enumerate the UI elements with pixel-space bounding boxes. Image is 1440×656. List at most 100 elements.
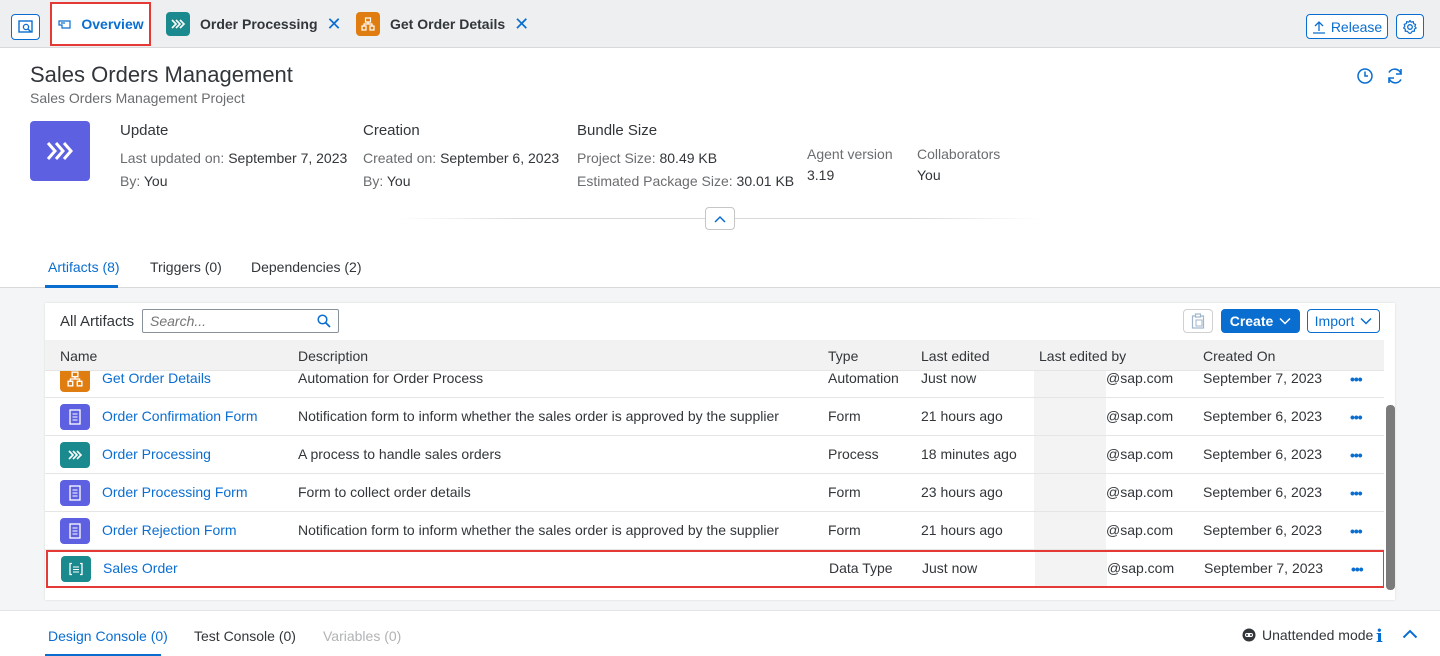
top-tab-bar: Overview Order Processing ✕ Get Order De… <box>0 0 1440 48</box>
artifact-created-on: September 7, 2023 <box>1203 371 1323 386</box>
table-row[interactable]: Order Rejection Form Notification form t… <box>45 512 1385 550</box>
tab-overview-label: Overview <box>81 16 144 32</box>
project-size: Project Size: 80.49 KB <box>577 150 717 166</box>
column-header-description[interactable]: Description <box>298 348 368 364</box>
robot-icon <box>1242 628 1256 642</box>
artifact-type: Data Type <box>829 560 893 576</box>
agent-version-label: Agent version <box>807 146 893 162</box>
artifact-search[interactable] <box>142 309 339 333</box>
paste-button[interactable] <box>1183 309 1213 333</box>
more-actions-icon[interactable]: ••• <box>1350 523 1363 539</box>
import-button-label: Import <box>1314 313 1355 329</box>
package-size-label: Estimated Package Size: <box>577 173 733 189</box>
agent-version-value: 3.19 <box>807 167 835 183</box>
chevron-up-icon[interactable] <box>1402 629 1418 639</box>
tab-triggers[interactable]: Triggers (0) <box>150 259 222 275</box>
artifact-last-edited: 21 hours ago <box>921 408 1003 424</box>
table-row[interactable]: Order Processing Form Form to collect or… <box>45 474 1385 512</box>
page-subtitle: Sales Orders Management Project <box>30 90 245 106</box>
artifact-last-edited: 21 hours ago <box>921 522 1003 538</box>
artifact-name-link[interactable]: Order Rejection Form <box>102 522 237 538</box>
collapse-header-button[interactable] <box>705 207 735 230</box>
artifacts-panel: All Artifacts Create Import Name Descrip… <box>45 303 1395 600</box>
tab-get-order-details[interactable]: Get Order Details ✕ <box>356 0 529 48</box>
unattended-mode[interactable]: Unattended mode <box>1242 627 1373 643</box>
tab-variables: Variables (0) <box>323 628 402 644</box>
artifact-name-link[interactable]: Get Order Details <box>102 371 211 386</box>
tab-overview[interactable]: Overview <box>50 2 151 46</box>
created-by-value: You <box>386 173 411 189</box>
artifact-edited-by: @sap.com <box>1106 446 1174 462</box>
artifact-name-link[interactable]: Order Processing <box>102 446 211 462</box>
artifact-description: Notification form to inform whether the … <box>298 522 779 538</box>
artifact-edited-by: @sap.com <box>1106 408 1174 424</box>
more-actions-icon[interactable]: ••• <box>1350 447 1363 463</box>
project-size-label: Project Size: <box>577 150 656 166</box>
console-bar: Design Console (0) Test Console (0) Vari… <box>0 610 1440 656</box>
scrollbar-thumb[interactable] <box>1386 405 1395 590</box>
artifact-name-link[interactable]: Order Confirmation Form <box>102 408 258 424</box>
settings-button[interactable] <box>1396 14 1424 39</box>
artifact-last-edited: 18 minutes ago <box>921 446 1017 462</box>
artifact-created-on: September 7, 2023 <box>1204 560 1324 576</box>
artifacts-title: All Artifacts <box>60 313 135 330</box>
column-header-type[interactable]: Type <box>828 348 858 364</box>
release-button[interactable]: Release <box>1306 14 1388 39</box>
close-icon[interactable]: ✕ <box>514 14 529 35</box>
created-on-value: September 6, 2023 <box>440 150 560 166</box>
import-button[interactable]: Import <box>1307 309 1380 333</box>
tab-order-processing[interactable]: Order Processing ✕ <box>166 0 342 48</box>
artifact-edited-by: @sap.com <box>1106 522 1174 538</box>
redacted-user <box>1034 474 1106 511</box>
table-row[interactable]: Order Confirmation Form Notification for… <box>45 398 1385 436</box>
refresh-icon[interactable] <box>1385 66 1405 86</box>
artifact-type: Form <box>828 408 861 424</box>
artifact-last-edited: Just now <box>921 371 977 386</box>
search-input[interactable] <box>150 313 310 329</box>
more-actions-icon[interactable]: ••• <box>1350 485 1363 501</box>
project-avatar <box>30 121 90 181</box>
updated-by: By: You <box>120 173 168 189</box>
artifact-type: Automation <box>828 371 899 386</box>
artifact-name-link[interactable]: Sales Order <box>103 560 178 576</box>
column-header-name[interactable]: Name <box>60 348 97 364</box>
browse-projects-button[interactable] <box>11 14 40 40</box>
info-icon[interactable]: i <box>1376 626 1383 647</box>
table-row[interactable]: Get Order Details Automation for Order P… <box>45 371 1385 398</box>
close-icon[interactable]: ✕ <box>327 14 342 35</box>
table-row-highlighted[interactable]: Sales Order Data Type Just now @sap.com … <box>46 550 1385 588</box>
process-icon <box>46 142 73 160</box>
artifact-last-edited: 23 hours ago <box>921 484 1003 500</box>
tab-artifacts[interactable]: Artifacts (8) <box>48 259 120 275</box>
artifact-description: Automation for Order Process <box>298 371 484 386</box>
artifact-description: Form to collect order details <box>298 484 471 500</box>
create-button[interactable]: Create <box>1221 309 1300 333</box>
tab-dependencies[interactable]: Dependencies (2) <box>251 259 362 275</box>
history-icon[interactable] <box>1355 66 1375 86</box>
last-updated-label: Last updated on: <box>120 150 225 166</box>
package-size: Estimated Package Size: 30.01 KB <box>577 173 794 189</box>
artifact-name-link[interactable]: Order Processing Form <box>102 484 247 500</box>
search-icon[interactable] <box>317 314 331 328</box>
tab-test-console[interactable]: Test Console (0) <box>194 628 296 644</box>
package-size-value: 30.01 KB <box>736 173 795 189</box>
artifact-type: Form <box>828 484 861 500</box>
collaborators-value: You <box>917 167 941 183</box>
tab-get-order-details-label: Get Order Details <box>390 16 506 32</box>
overview-icon <box>58 20 71 29</box>
column-header-created-on[interactable]: Created On <box>1203 348 1275 364</box>
created-by: By: You <box>363 173 411 189</box>
table-row[interactable]: Order Processing A process to handle sal… <box>45 436 1385 474</box>
artifact-description: Notification form to inform whether the … <box>298 408 779 424</box>
last-updated: Last updated on: September 7, 2023 <box>120 150 347 166</box>
tab-design-console[interactable]: Design Console (0) <box>48 628 168 644</box>
more-actions-icon[interactable]: ••• <box>1351 561 1364 577</box>
release-button-label: Release <box>1330 18 1383 35</box>
chevron-down-icon <box>1279 317 1291 325</box>
artifacts-table-body: Get Order Details Automation for Order P… <box>45 371 1385 600</box>
more-actions-icon[interactable]: ••• <box>1350 409 1363 425</box>
column-header-last-edited[interactable]: Last edited <box>921 348 990 364</box>
more-actions-icon[interactable]: ••• <box>1350 371 1363 387</box>
redacted-user <box>1034 398 1106 435</box>
column-header-last-edited-by[interactable]: Last edited by <box>1039 348 1126 364</box>
